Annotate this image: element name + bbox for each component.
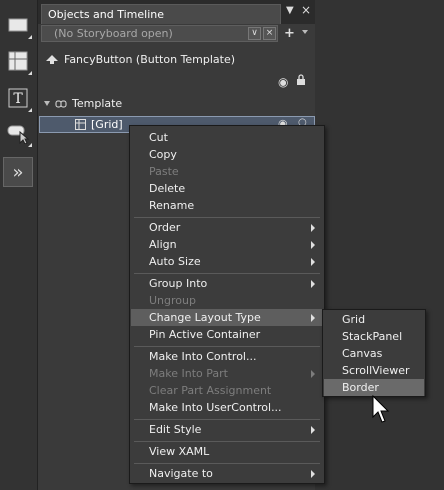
submenu-item-stackpanel[interactable]: StackPanel xyxy=(324,328,424,345)
menu-item-make-into-control[interactable]: Make Into Control... xyxy=(131,348,323,365)
menu-item-paste: Paste xyxy=(149,165,179,178)
scope-label: FancyButton (Button Template) xyxy=(64,53,236,66)
expand-icon[interactable] xyxy=(44,101,50,106)
expand-assets-icon: » xyxy=(12,161,24,183)
template-link-icon xyxy=(55,100,67,107)
menu-item-make-into-part: Make Into Part xyxy=(131,365,323,382)
storyboard-selector[interactable]: (No Storyboard open) xyxy=(41,25,278,42)
menu-separator xyxy=(134,441,320,442)
storyboard-expand-button[interactable]: ∨ xyxy=(248,27,261,40)
new-storyboard-button[interactable]: + xyxy=(284,26,295,41)
submenu-item-scrollviewer[interactable]: ScrollViewer xyxy=(324,362,424,379)
menu-separator xyxy=(134,346,320,347)
grid-tool[interactable] xyxy=(3,46,33,76)
rectangle-tool[interactable] xyxy=(3,10,33,40)
menu-item-copy[interactable]: Copy xyxy=(131,146,323,163)
menu-separator xyxy=(134,463,320,464)
direct-selection-tool[interactable] xyxy=(3,118,33,148)
menu-item-change-layout-type[interactable]: Change Layout Type xyxy=(131,309,323,326)
menu-item-order[interactable]: Order xyxy=(131,219,323,236)
layout-type-submenu: Grid StackPanel Canvas ScrollViewer Bord… xyxy=(322,309,426,397)
template-label: Template xyxy=(72,97,123,110)
submenu-arrow-icon xyxy=(311,224,315,232)
rectangle-icon xyxy=(8,18,28,32)
submenu-arrow-icon xyxy=(311,470,315,478)
panel-tab[interactable]: Objects and Timeline xyxy=(41,4,281,24)
scope-header[interactable]: FancyButton (Button Template) xyxy=(46,53,235,66)
submenu-item-canvas[interactable]: Canvas xyxy=(324,345,424,362)
menu-item-edit-style[interactable]: Edit Style xyxy=(131,421,323,438)
menu-item-ungroup: Ungroup xyxy=(149,294,196,307)
submenu-arrow-icon xyxy=(311,370,315,378)
chevron-down-icon[interactable] xyxy=(302,30,308,34)
menu-separator xyxy=(134,419,320,420)
submenu-arrow-icon xyxy=(311,426,315,434)
assets-expand-button[interactable]: » xyxy=(3,157,33,187)
lock-icon[interactable] xyxy=(296,74,306,88)
menu-separator xyxy=(134,273,320,274)
menu-item-make-into-usercontrol[interactable]: Make Into UserControl... xyxy=(131,399,323,416)
text-tool[interactable]: T xyxy=(3,83,33,113)
eye-icon[interactable]: ◉ xyxy=(278,75,288,89)
submenu-arrow-icon xyxy=(311,258,315,266)
menu-item-delete[interactable]: Delete xyxy=(131,180,323,197)
menu-item-view-xaml[interactable]: View XAML xyxy=(131,443,323,460)
storyboard-close-button[interactable]: × xyxy=(263,27,276,40)
menu-item-clear-part-assignment: Clear Part Assignment xyxy=(149,384,272,397)
svg-text:T: T xyxy=(13,91,23,107)
pin-icon[interactable]: ▼ xyxy=(286,5,294,16)
direct-selection-icon xyxy=(7,125,30,144)
submenu-item-border[interactable]: Border xyxy=(324,379,424,396)
menu-item-group-into[interactable]: Group Into xyxy=(131,275,323,292)
close-icon[interactable]: × xyxy=(301,3,311,17)
tools-toolbar: T » xyxy=(0,0,38,490)
grid-label: [Grid] xyxy=(91,118,123,131)
menu-item-pin-active-container[interactable]: Pin Active Container xyxy=(131,326,323,343)
panel-tabbar: Objects and Timeline ▼ × xyxy=(38,0,315,24)
template-node[interactable]: Template xyxy=(44,97,122,110)
chevron-double-down-icon: ∨ xyxy=(251,28,258,38)
submenu-arrow-icon xyxy=(311,241,315,249)
menu-item-rename[interactable]: Rename xyxy=(131,197,323,214)
menu-separator xyxy=(134,217,320,218)
context-menu: Cut Copy Paste Delete Rename Order Align… xyxy=(129,125,325,484)
menu-item-align[interactable]: Align xyxy=(131,236,323,253)
menu-item-auto-size[interactable]: Auto Size xyxy=(131,253,323,270)
storyboard-row: (No Storyboard open) ∨ × + xyxy=(38,24,315,44)
submenu-arrow-icon xyxy=(311,280,315,288)
submenu-arrow-icon xyxy=(311,314,315,322)
mouse-cursor-icon xyxy=(372,395,390,423)
scope-up-icon xyxy=(46,54,58,64)
grid-node-icon xyxy=(75,119,86,130)
close-small-icon: × xyxy=(265,28,274,38)
submenu-item-grid[interactable]: Grid xyxy=(324,311,424,328)
text-icon: T xyxy=(8,88,28,108)
menu-item-navigate-to[interactable]: Navigate to xyxy=(131,465,323,482)
grid-layout-icon xyxy=(8,51,28,71)
menu-item-cut[interactable]: Cut xyxy=(131,129,323,146)
